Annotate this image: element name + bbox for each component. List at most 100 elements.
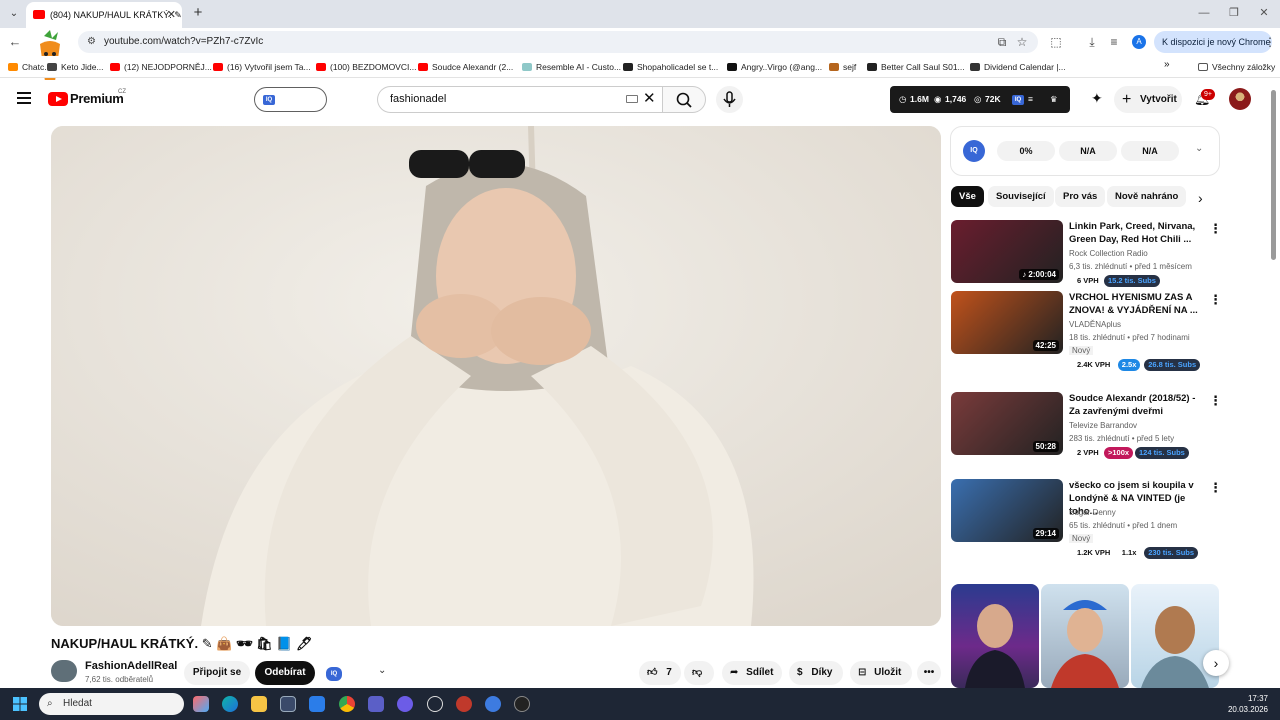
bookmark-item[interactable]: Dividend Calendar |... xyxy=(970,59,1066,75)
store-icon[interactable] xyxy=(280,696,296,712)
recommended-title[interactable]: Soudce Alexandr (2018/52) - Za zavřenými… xyxy=(1069,392,1209,418)
subscribe-button[interactable]: Odebírat xyxy=(255,661,315,685)
bookmark-item[interactable]: Better Call Saul S01... xyxy=(867,59,965,75)
messenger-icon[interactable] xyxy=(397,696,413,712)
vidiq-panel-icon[interactable]: IQ xyxy=(963,140,985,162)
windows-start-icon[interactable] xyxy=(13,697,27,711)
channel-avatar[interactable] xyxy=(51,660,77,682)
chip-related[interactable]: Související xyxy=(988,186,1054,207)
more-options-icon[interactable]: ⋮ xyxy=(1209,481,1222,494)
panel-expand-icon[interactable]: ⌄ xyxy=(1195,143,1203,154)
user-avatar[interactable] xyxy=(1229,88,1251,110)
recommended-video[interactable]: 50:28 Soudce Alexandr (2018/52) - Za zavř… xyxy=(951,392,1222,476)
taskbar-search-input[interactable]: ⌕ Hledat xyxy=(39,693,184,715)
video-thumbnail[interactable]: 42:25 xyxy=(951,291,1063,354)
more-actions-icon[interactable]: ••• xyxy=(917,661,941,685)
restore-icon[interactable]: ❐ xyxy=(1219,4,1249,22)
chip-for-you[interactable]: Pro vás xyxy=(1055,186,1106,207)
file-explorer-icon[interactable] xyxy=(251,696,267,712)
vidiq-channel-icon[interactable]: IQ xyxy=(326,667,342,681)
recommended-video[interactable]: 29:14 všecko co jsem si koupila v Londýně… xyxy=(951,479,1222,563)
extensions-icon[interactable]: ⬚ xyxy=(1046,32,1066,52)
edge-icon[interactable] xyxy=(222,696,238,712)
channel-name[interactable]: FashionAdellReal xyxy=(85,660,177,672)
video-player[interactable] xyxy=(51,126,941,626)
new-tab-button[interactable]: + xyxy=(188,3,208,23)
keyboard-icon[interactable] xyxy=(626,95,638,103)
list-icon[interactable]: ≡ xyxy=(1028,86,1033,113)
back-icon[interactable]: ← xyxy=(5,32,25,52)
recommended-channel[interactable]: Sugar Denny xyxy=(1069,508,1116,517)
address-bar[interactable]: ⚙ youtube.com/watch?v=PZh7-c7ZvIc xyxy=(78,31,1038,53)
window-close-icon[interactable]: ✕ xyxy=(1249,4,1279,22)
save-button[interactable]: ⊟ Uložit xyxy=(850,661,912,685)
video-thumbnail[interactable]: ♪ 2:00:04 xyxy=(951,220,1063,283)
all-bookmarks-link[interactable]: Všechny záložky xyxy=(1198,59,1275,75)
chip-all[interactable]: Vše xyxy=(951,186,984,207)
teams-icon[interactable] xyxy=(368,696,384,712)
app-blue-icon[interactable] xyxy=(485,696,501,712)
bookmark-item[interactable]: sejf xyxy=(829,59,856,75)
bookmark-item[interactable]: (16) Vytvořil jsem Ta... xyxy=(213,59,311,75)
dislike-button[interactable]: 👎︎ xyxy=(684,661,714,685)
tab-close-icon[interactable]: ✕ xyxy=(167,2,176,28)
extension-puzzle-icon[interactable]: ✦ xyxy=(1091,90,1103,107)
vidiq-expand-icon[interactable]: ⌄ xyxy=(378,665,386,676)
app-dark-icon[interactable] xyxy=(514,696,530,712)
chips-next-icon[interactable]: › xyxy=(1198,190,1203,206)
voice-search-button[interactable] xyxy=(716,86,743,113)
mail-icon[interactable] xyxy=(309,696,325,712)
chrome-icon[interactable] xyxy=(339,696,355,712)
page-scrollbar[interactable] xyxy=(1271,90,1276,260)
tab-search-dropdown-icon[interactable]: ⌄ xyxy=(6,6,22,22)
copilot-icon[interactable] xyxy=(193,696,209,712)
vidiq-toggle[interactable]: IQ xyxy=(254,87,327,112)
recommended-channel[interactable]: VLADĚNAplus xyxy=(1069,320,1121,329)
bookmark-star-icon[interactable]: ☆ xyxy=(1012,32,1032,52)
bookmarks-overflow-icon[interactable]: » xyxy=(1164,59,1170,70)
shorts-thumbnail[interactable] xyxy=(1041,584,1129,688)
bookmark-item[interactable]: Soudce Alexandr (2... xyxy=(418,59,513,75)
active-tab[interactable]: (804) NAKUP/HAUL KRÁTKÝ. ✎ ✕ xyxy=(26,2,182,28)
menu-icon[interactable] xyxy=(17,92,31,94)
video-thumbnail[interactable]: 50:28 xyxy=(951,392,1063,455)
shorts-thumbnail[interactable] xyxy=(1131,584,1219,688)
search-button[interactable] xyxy=(662,86,706,113)
recommended-channel[interactable]: Televize Barrandov xyxy=(1069,421,1137,430)
video-thumbnail[interactable]: 29:14 xyxy=(951,479,1063,542)
share-button[interactable]: ➦ Sdílet xyxy=(722,661,782,685)
minimize-icon[interactable]: — xyxy=(1189,4,1219,22)
site-info-icon[interactable]: ⚙ xyxy=(87,31,96,53)
bookmark-item[interactable]: Keto Jide... xyxy=(47,59,104,75)
cast-icon[interactable]: ⧉ xyxy=(992,32,1012,52)
bookmark-item[interactable]: Chatc... xyxy=(8,59,51,75)
profile-avatar-icon[interactable]: A xyxy=(1132,35,1146,49)
bookmark-item[interactable]: Shopaholicadel se t... xyxy=(623,59,718,75)
chip-recently-uploaded[interactable]: Nově nahráno xyxy=(1107,186,1187,207)
vidiq-stat-icon[interactable]: IQ xyxy=(1012,95,1024,105)
chrome-update-button[interactable]: K dispozici je nový Chrome xyxy=(1154,31,1272,53)
join-button[interactable]: Připojit se xyxy=(184,661,250,685)
bookmark-item[interactable]: (12) NEJODPORNĚJ... xyxy=(110,59,212,75)
app-red-icon[interactable] xyxy=(456,696,472,712)
shorts-next-icon[interactable]: › xyxy=(1203,650,1229,676)
clear-search-icon[interactable]: ✕ xyxy=(643,90,656,108)
like-button[interactable]: 👍︎ 7 xyxy=(639,661,681,685)
recommended-title[interactable]: Linkin Park, Creed, Nirvana, Green Day, … xyxy=(1069,220,1209,246)
system-clock[interactable]: 17:37 20.03.2026 xyxy=(1228,693,1268,715)
recommended-video[interactable]: 42:25 VRCHOL HYENISMU ZAS A ZNOVA! & VYJÁ… xyxy=(951,291,1222,375)
bookmark-item[interactable]: Resemble AI - Custo... xyxy=(522,59,621,75)
media-controls-icon[interactable]: ≡ xyxy=(1104,32,1124,52)
create-button[interactable]: + Vytvořit xyxy=(1114,86,1182,113)
thanks-button[interactable]: $ Díky xyxy=(789,661,843,685)
youtube-brand[interactable]: Premium xyxy=(70,91,124,106)
recommended-channel[interactable]: Rock Collection Radio xyxy=(1069,249,1148,258)
shorts-thumbnail[interactable] xyxy=(951,584,1039,688)
more-options-icon[interactable]: ⋮ xyxy=(1209,394,1222,407)
wordpress-icon[interactable] xyxy=(427,696,443,712)
more-options-icon[interactable]: ⋮ xyxy=(1209,293,1222,306)
chrome-menu-icon[interactable]: ⋮ xyxy=(1260,32,1280,52)
trophy-icon[interactable]: ♛ xyxy=(1050,86,1058,113)
youtube-logo-icon[interactable] xyxy=(48,92,68,106)
bookmark-item[interactable]: Angry..Virgo (@ang... xyxy=(727,59,822,75)
